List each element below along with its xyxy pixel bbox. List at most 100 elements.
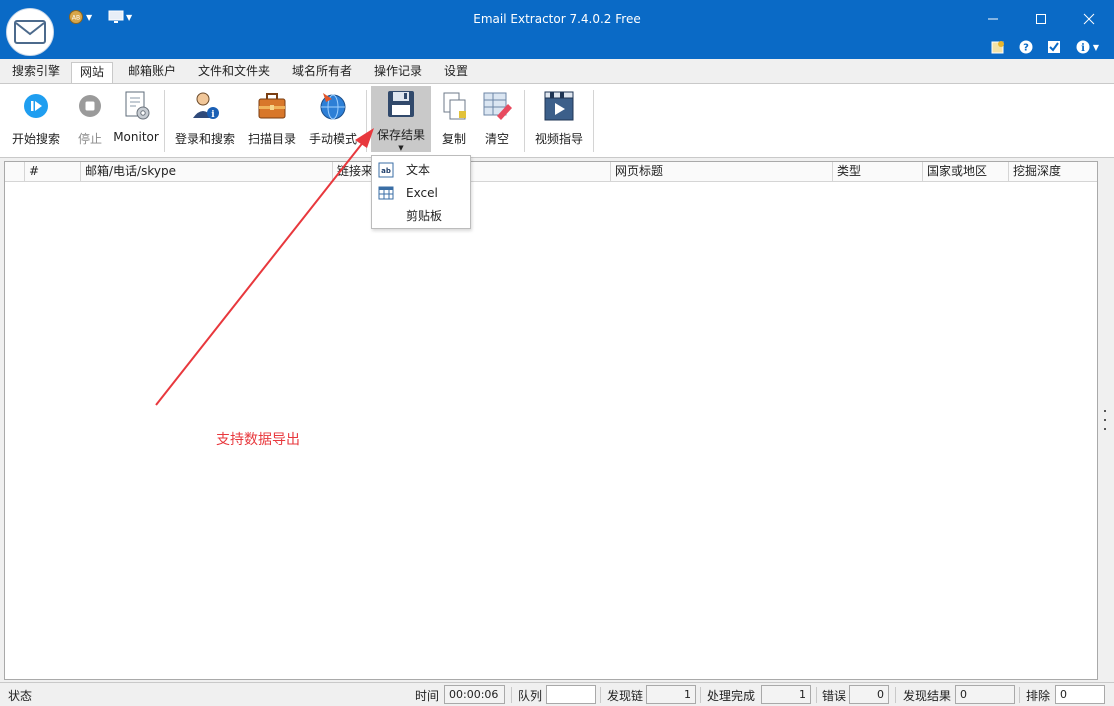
copy-label: 复制 xyxy=(441,132,466,146)
globe-icon xyxy=(320,93,346,120)
svg-text:?: ? xyxy=(1023,43,1029,54)
tab-activity-log[interactable]: 操作记录 xyxy=(366,62,430,83)
results-label: 发现结果 xyxy=(903,689,952,703)
video-guide-label: 视频指导 xyxy=(534,132,583,146)
column-country[interactable]: 国家或地区 xyxy=(923,162,1009,182)
copy-button[interactable]: 复制 xyxy=(437,86,471,152)
save-as-text-label: 文本 xyxy=(406,163,431,177)
found-links-label: 发现链 xyxy=(607,689,644,703)
tab-settings[interactable]: 设置 xyxy=(436,62,476,83)
maximize-button[interactable] xyxy=(1018,6,1064,32)
row-selector-header[interactable] xyxy=(5,162,25,182)
close-icon xyxy=(1083,13,1095,25)
svg-text:i: i xyxy=(1081,43,1085,54)
checkbox-icon xyxy=(1048,41,1060,53)
column-index[interactable]: # xyxy=(25,162,81,182)
ribbon-separator xyxy=(164,90,165,152)
info-icon: i xyxy=(1076,40,1090,54)
save-as-excel-label: Excel xyxy=(406,185,438,200)
title-bar: AB ▼ ▼ Email Extractor 7.4.0.2 Free ? i … xyxy=(0,0,1114,59)
panel-splitter[interactable] xyxy=(1101,410,1109,430)
text-ab-icon: ab xyxy=(378,162,394,177)
errors-label: 错误 xyxy=(822,689,847,703)
scan-directory-button[interactable]: 扫描目录 xyxy=(245,86,299,152)
help-button[interactable]: ? xyxy=(1018,39,1034,55)
login-and-search-button[interactable]: i 登录和搜索 xyxy=(172,86,238,152)
time-value: 00:00:06 xyxy=(444,685,505,704)
ribbon-separator xyxy=(593,90,594,152)
copy-icon xyxy=(443,92,466,120)
stop-label: 停止 xyxy=(77,132,102,146)
excluded-value: 0 xyxy=(1055,685,1105,704)
processed-value: 1 xyxy=(761,685,811,704)
window-title: Email Extractor 7.4.0.2 Free xyxy=(473,12,641,26)
monitor-button[interactable]: Monitor xyxy=(113,86,159,152)
about-button[interactable]: i ▼ xyxy=(1074,39,1100,55)
table-icon xyxy=(378,186,394,199)
tab-search-engine[interactable]: 搜索引擎 xyxy=(4,62,68,83)
manual-mode-label: 手动模式 xyxy=(308,132,357,146)
results-value: 0 xyxy=(955,685,1015,704)
help-icon: ? xyxy=(1019,40,1033,54)
video-clapper-icon xyxy=(544,91,574,121)
scan-directory-label: 扫描目录 xyxy=(247,132,296,146)
key-icon xyxy=(991,41,1004,54)
excluded-label: 排除 xyxy=(1026,689,1051,703)
tab-domain-owners[interactable]: 域名所有者 xyxy=(284,62,360,83)
check-update-button[interactable] xyxy=(1046,39,1062,55)
found-links-value: 1 xyxy=(646,685,696,704)
start-search-label: 开始搜索 xyxy=(11,132,60,146)
stop-icon xyxy=(79,95,101,117)
save-results-label: 保存结果 xyxy=(376,128,425,142)
close-button[interactable] xyxy=(1066,6,1112,32)
copy-to-clipboard-label: 剪贴板 xyxy=(406,209,443,223)
chevron-down-icon: ▼ xyxy=(398,144,404,152)
save-results-button[interactable]: 保存结果 ▼ xyxy=(371,86,431,152)
status-bar: 状态 时间 00:00:06 队列 发现链 1 处理完成 1 错误 0 发现结果… xyxy=(0,682,1114,706)
minimize-icon xyxy=(988,18,998,20)
svg-text:ab: ab xyxy=(381,167,391,175)
copy-to-clipboard-item[interactable]: 剪贴板 xyxy=(372,204,470,227)
tab-files-folders[interactable]: 文件和文件夹 xyxy=(190,62,278,83)
minimize-button[interactable] xyxy=(970,6,1016,32)
clear-label: 清空 xyxy=(484,132,509,146)
ribbon-tabs: 搜索引擎 网站 邮箱账户 文件和文件夹 域名所有者 操作记录 设置 xyxy=(0,59,1114,83)
svg-text:i: i xyxy=(211,110,215,120)
chevron-down-icon: ▼ xyxy=(1092,42,1100,52)
user-info-icon: i xyxy=(193,92,219,120)
status-label: 状态 xyxy=(8,689,33,703)
video-guide-button[interactable]: 视频指导 xyxy=(532,86,586,152)
ribbon-separator xyxy=(366,90,367,152)
stop-button[interactable]: 停止 xyxy=(72,86,108,152)
results-grid[interactable]: # 邮箱/电话/skype 链接来源 网页标题 类型 国家或地区 挖掘深度 xyxy=(4,161,1098,680)
save-as-text-item[interactable]: ab 文本 xyxy=(372,158,470,181)
ribbon-toolbar: 开始搜索 停止 Monitor i 登录和搜索 扫描目录 手动模式 保存结果 ▼… xyxy=(0,83,1114,158)
start-search-button[interactable]: 开始搜索 xyxy=(9,86,63,152)
column-depth[interactable]: 挖掘深度 xyxy=(1009,162,1097,182)
annotation-text: 支持数据导出 xyxy=(216,432,300,448)
clear-button[interactable]: 清空 xyxy=(480,86,514,152)
save-as-excel-item[interactable]: Excel xyxy=(372,181,470,204)
queue-value xyxy=(546,685,596,704)
briefcase-icon xyxy=(258,93,286,119)
time-label: 时间 xyxy=(415,689,440,703)
ribbon-separator xyxy=(524,90,525,152)
save-results-menu: ab 文本 Excel 剪贴板 xyxy=(371,155,471,229)
register-button[interactable] xyxy=(990,39,1006,55)
processed-label: 处理完成 xyxy=(707,689,756,703)
monitor-label: Monitor xyxy=(113,130,159,144)
errors-value: 0 xyxy=(849,685,889,704)
queue-label: 队列 xyxy=(518,689,543,703)
tab-website[interactable]: 网站 xyxy=(71,62,114,83)
tab-email-accounts[interactable]: 邮箱账户 xyxy=(120,62,184,83)
manual-mode-button[interactable]: 手动模式 xyxy=(306,86,360,152)
column-email-phone-skype[interactable]: 邮箱/电话/skype xyxy=(81,162,333,182)
floppy-disk-icon xyxy=(388,91,414,117)
grid-header: # 邮箱/电话/skype 链接来源 网页标题 类型 国家或地区 挖掘深度 xyxy=(5,162,1097,182)
maximize-icon xyxy=(1036,14,1046,24)
play-icon xyxy=(24,94,48,118)
column-page-title[interactable]: 网页标题 xyxy=(611,162,833,182)
column-type[interactable]: 类型 xyxy=(833,162,923,182)
login-and-search-label: 登录和搜索 xyxy=(174,132,235,146)
document-gear-icon xyxy=(125,91,150,120)
